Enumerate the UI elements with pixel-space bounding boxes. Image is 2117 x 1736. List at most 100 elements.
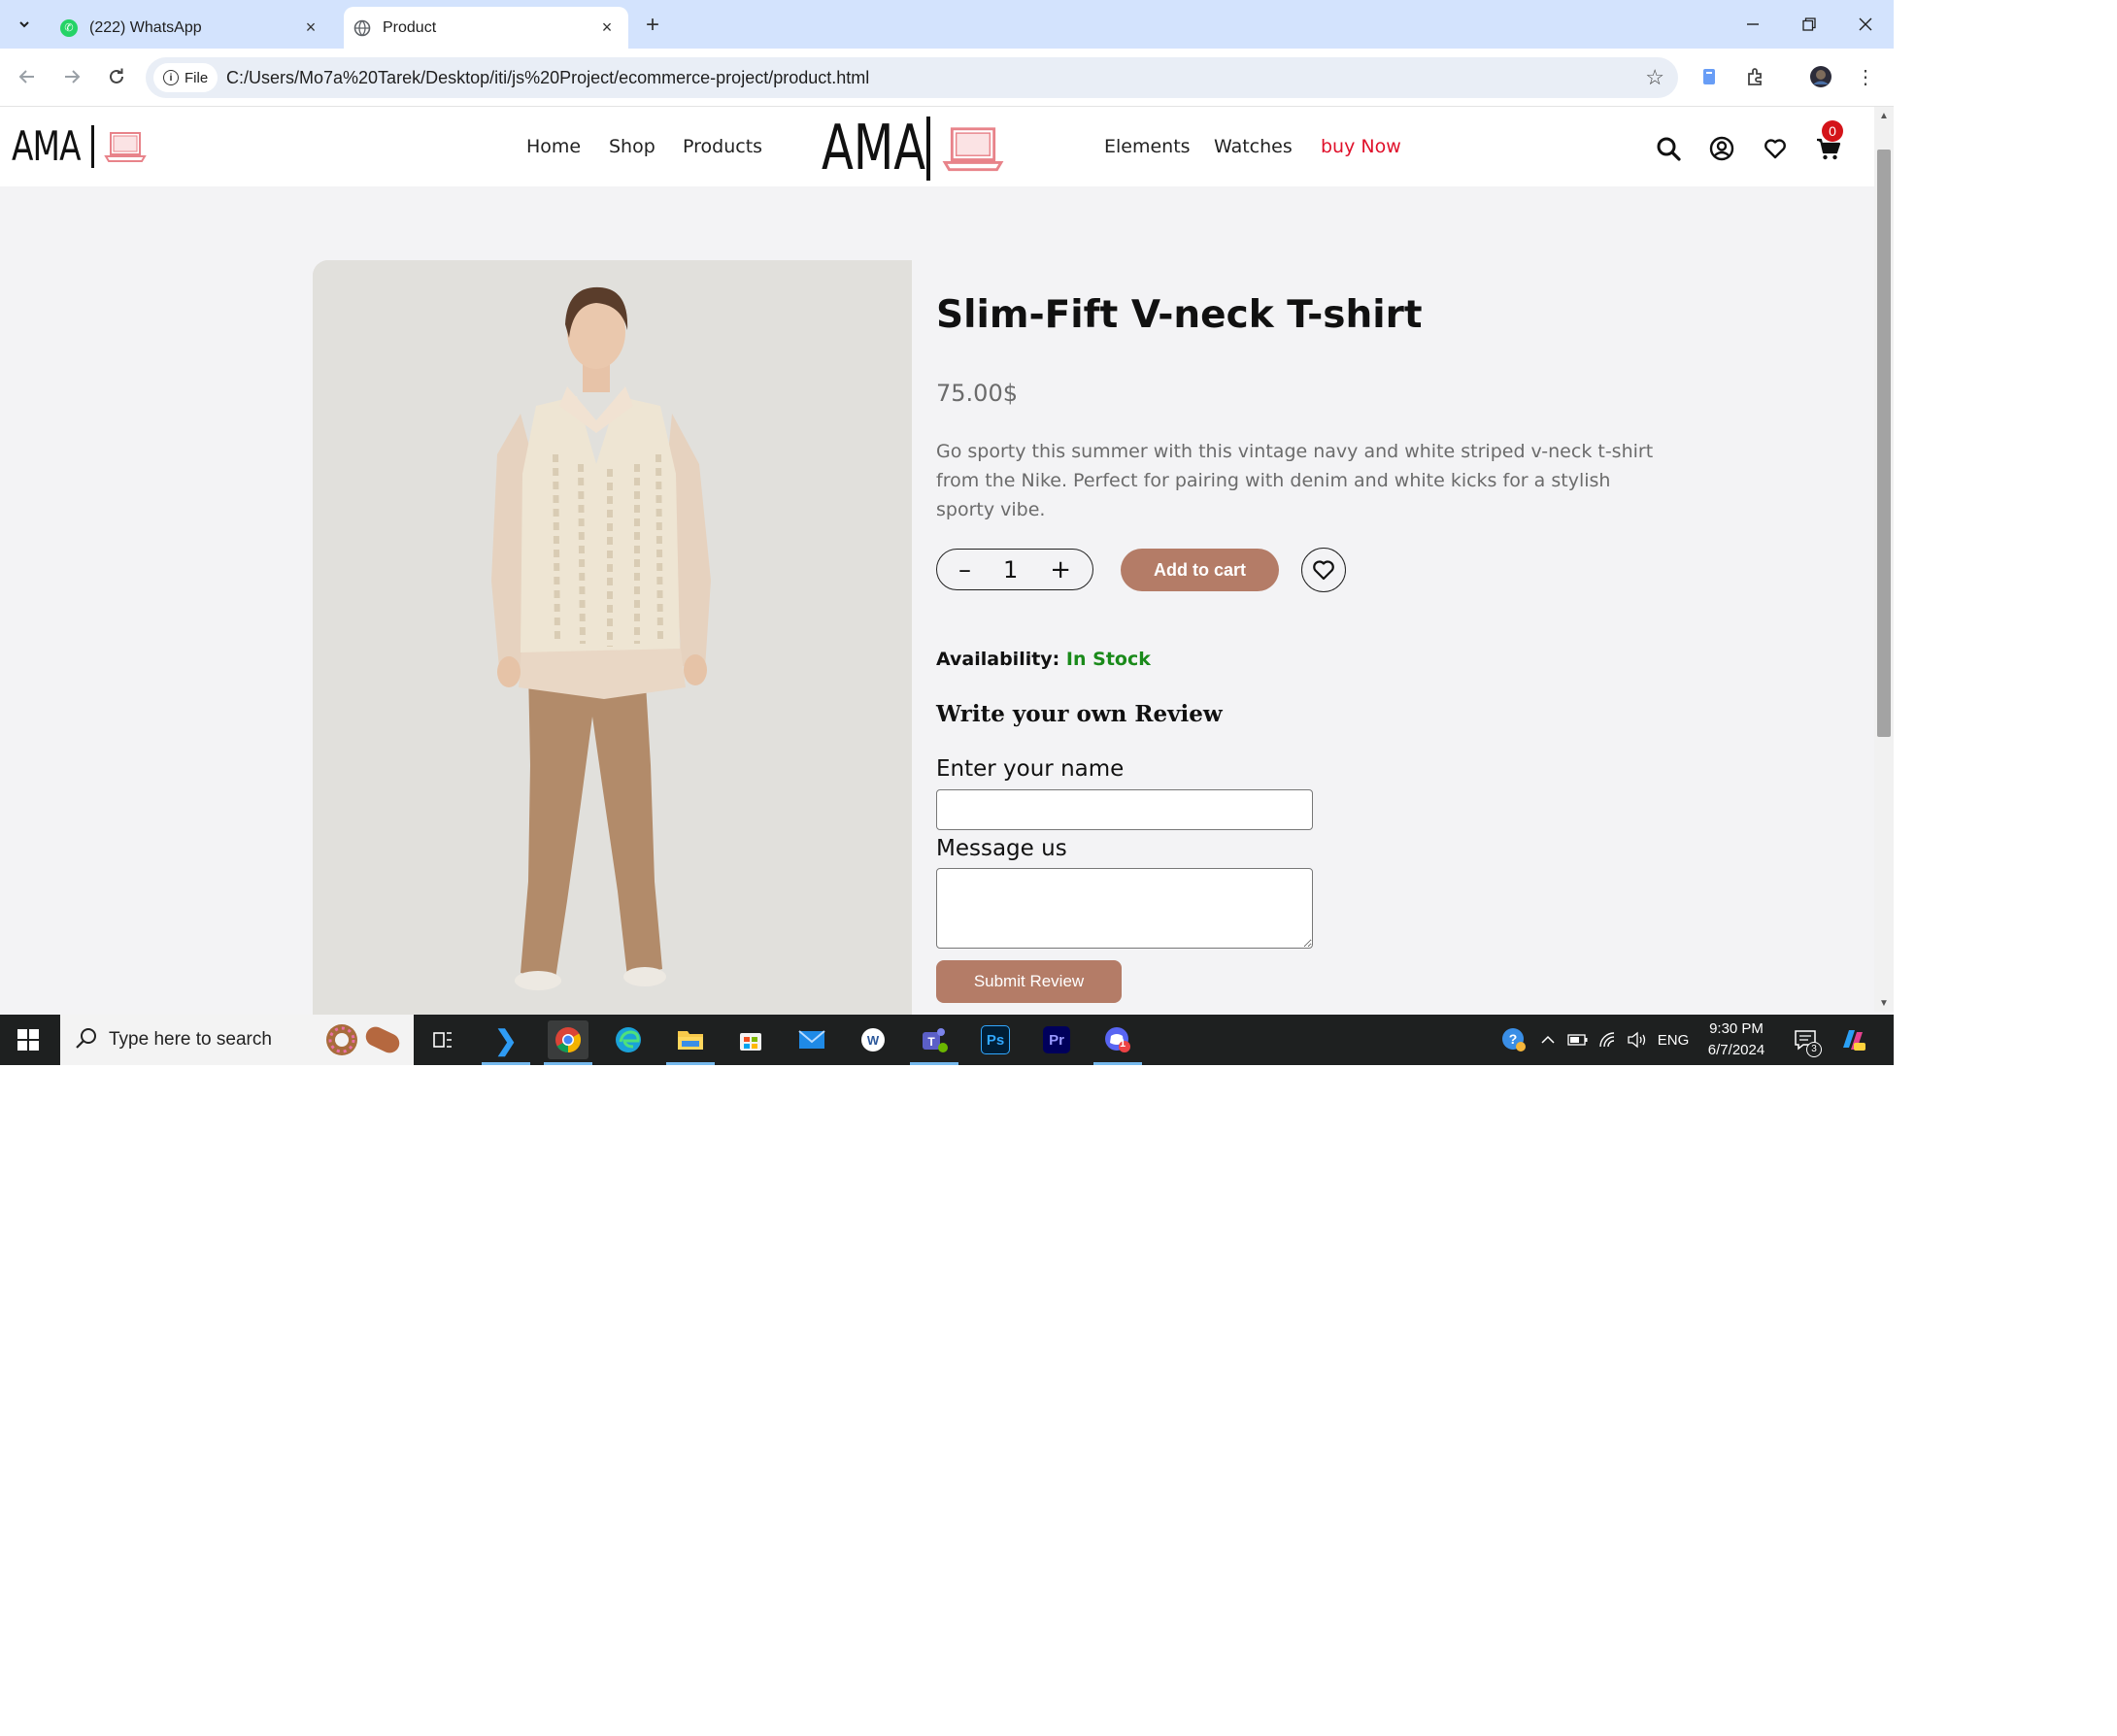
scroll-down-arrow[interactable]: ▼ [1874, 994, 1894, 1012]
folder-icon [678, 1031, 703, 1050]
menu-kebab-icon[interactable]: ⋮ [1851, 62, 1880, 91]
task-view-button[interactable] [422, 1020, 463, 1059]
close-tab-icon[interactable]: × [595, 17, 619, 40]
photoshop-icon: Ps [981, 1025, 1010, 1054]
taskbar-premiere[interactable]: Pr [1036, 1020, 1077, 1059]
notifications-icon[interactable] [1789, 1015, 1824, 1065]
vscode-icon: ❯ [494, 1024, 518, 1055]
wifi-icon[interactable] [1595, 1015, 1622, 1065]
tab-whatsapp[interactable]: ✆ (222) WhatsApp × [50, 7, 332, 49]
site-info-chip[interactable]: i File [153, 63, 218, 92]
reload-button[interactable] [101, 61, 132, 92]
close-tab-icon[interactable]: × [299, 17, 322, 40]
availability-status: In Stock [1065, 649, 1151, 670]
notification-count-badge: 3 [1806, 1042, 1822, 1057]
quantity-value[interactable]: 1 [1003, 556, 1018, 584]
copilot-icon[interactable] [1835, 1015, 1870, 1065]
restore-button[interactable] [1781, 0, 1837, 49]
increment-button[interactable]: + [1050, 555, 1071, 584]
taskbar-edge[interactable] [608, 1020, 649, 1059]
name-field-label: Enter your name [936, 756, 1125, 782]
submit-review-button[interactable]: Submit Review [936, 960, 1122, 1003]
address-bar[interactable]: i File C:/Users/Mo7a%20Tarek/Desktop/iti… [146, 57, 1678, 98]
show-hidden-icons-chevron-icon[interactable] [1536, 1015, 1560, 1065]
windows-logo-icon [17, 1029, 39, 1051]
quantity-stepper: – 1 + [936, 549, 1093, 590]
tab-title: (222) WhatsApp [89, 18, 202, 36]
nav-buy-now[interactable]: buy Now [1321, 136, 1401, 157]
chrome-icon [555, 1027, 582, 1053]
model-photo-illustration [313, 260, 912, 1018]
logo-divider [91, 125, 94, 168]
taskbar-store[interactable] [730, 1020, 771, 1059]
product-title: Slim-Fift V-neck T-shirt [936, 293, 1423, 337]
start-button[interactable] [0, 1015, 56, 1065]
message-field[interactable] [936, 868, 1313, 949]
add-to-wishlist-button[interactable] [1301, 548, 1346, 592]
nav-home[interactable]: Home [526, 136, 581, 157]
scroll-up-arrow[interactable]: ▲ [1874, 107, 1894, 124]
back-button[interactable] [12, 61, 43, 92]
battery-icon[interactable] [1563, 1015, 1593, 1065]
taskbar-file-explorer[interactable] [670, 1020, 711, 1059]
bookmark-star-icon[interactable]: ☆ [1645, 65, 1664, 90]
chrome-active-indicator [544, 1062, 592, 1065]
forward-button[interactable] [56, 61, 87, 92]
svg-text:T: T [927, 1035, 935, 1049]
clock[interactable]: 9:30 PM 6/7/2024 [1697, 1018, 1775, 1061]
help-tray-icon[interactable]: ? [1497, 1015, 1530, 1065]
nav-elements[interactable]: Elements [1104, 136, 1191, 157]
new-tab-button[interactable]: + [639, 12, 666, 39]
svg-text:W: W [867, 1033, 880, 1048]
vscode-active-indicator [482, 1062, 530, 1065]
wishlist-heart-icon[interactable] [1761, 134, 1790, 163]
site-info-label: File [185, 69, 209, 86]
clock-time: 9:30 PM [1709, 1020, 1764, 1037]
logo-divider [926, 117, 930, 181]
add-to-cart-button[interactable]: Add to cart [1121, 549, 1279, 591]
explorer-active-indicator [666, 1062, 715, 1065]
close-window-button[interactable] [1837, 0, 1894, 49]
user-account-icon[interactable] [1707, 134, 1736, 163]
reading-mode-icon[interactable] [1695, 62, 1724, 91]
tab-product[interactable]: Product × [344, 7, 628, 49]
reload-icon [110, 68, 123, 83]
nav-products[interactable]: Products [683, 136, 762, 157]
url-text[interactable]: C:/Users/Mo7a%20Tarek/Desktop/iti/js%20P… [226, 57, 869, 98]
extensions-icon[interactable] [1741, 62, 1770, 91]
taskbar-chrome[interactable] [548, 1020, 588, 1059]
logo-small[interactable]: AMA [12, 124, 147, 169]
laptop-icon [942, 127, 1004, 172]
taskbar-photoshop[interactable]: Ps [975, 1020, 1016, 1059]
search-icon[interactable] [1654, 134, 1683, 163]
arrow-right-icon [65, 70, 81, 83]
taskbar-search-box[interactable]: Type here to search [60, 1015, 414, 1065]
nav-watches[interactable]: Watches [1214, 136, 1293, 157]
product-price: 75.00$ [936, 380, 1018, 407]
scroll-thumb[interactable] [1877, 150, 1891, 737]
decrement-button[interactable]: – [958, 555, 971, 584]
close-icon [1859, 17, 1872, 31]
teams-icon: T [923, 1028, 948, 1052]
clock-date: 6/7/2024 [1707, 1042, 1765, 1058]
site-header: AMA Home Shop Products AMA Elements Watc… [0, 107, 1874, 186]
taskbar-vscode[interactable]: ❯ [486, 1020, 526, 1059]
name-field[interactable] [936, 789, 1313, 830]
tab-search-button[interactable] [10, 10, 39, 39]
logo-center[interactable]: AMA [822, 115, 1004, 183]
taskbar-teams[interactable]: T [914, 1020, 955, 1059]
logo-text: AMA [12, 122, 82, 170]
taskbar-word[interactable]: W [853, 1020, 893, 1059]
profile-avatar[interactable] [1806, 62, 1835, 91]
minimize-button[interactable] [1725, 0, 1781, 49]
availability: Availability: In Stock [936, 649, 1151, 670]
page-scrollbar[interactable]: ▲ ▼ [1874, 107, 1894, 1012]
availability-label: Availability: [936, 649, 1060, 670]
screen: ✆ (222) WhatsApp × Product × + i File C:… [0, 0, 1894, 1065]
volume-icon[interactable] [1624, 1015, 1651, 1065]
info-icon: i [163, 70, 179, 85]
taskbar-mail[interactable] [791, 1020, 832, 1059]
product-description: Go sporty this summer with this vintage … [936, 441, 1654, 520]
language-indicator[interactable]: ENG [1653, 1015, 1694, 1065]
nav-shop[interactable]: Shop [609, 136, 655, 157]
